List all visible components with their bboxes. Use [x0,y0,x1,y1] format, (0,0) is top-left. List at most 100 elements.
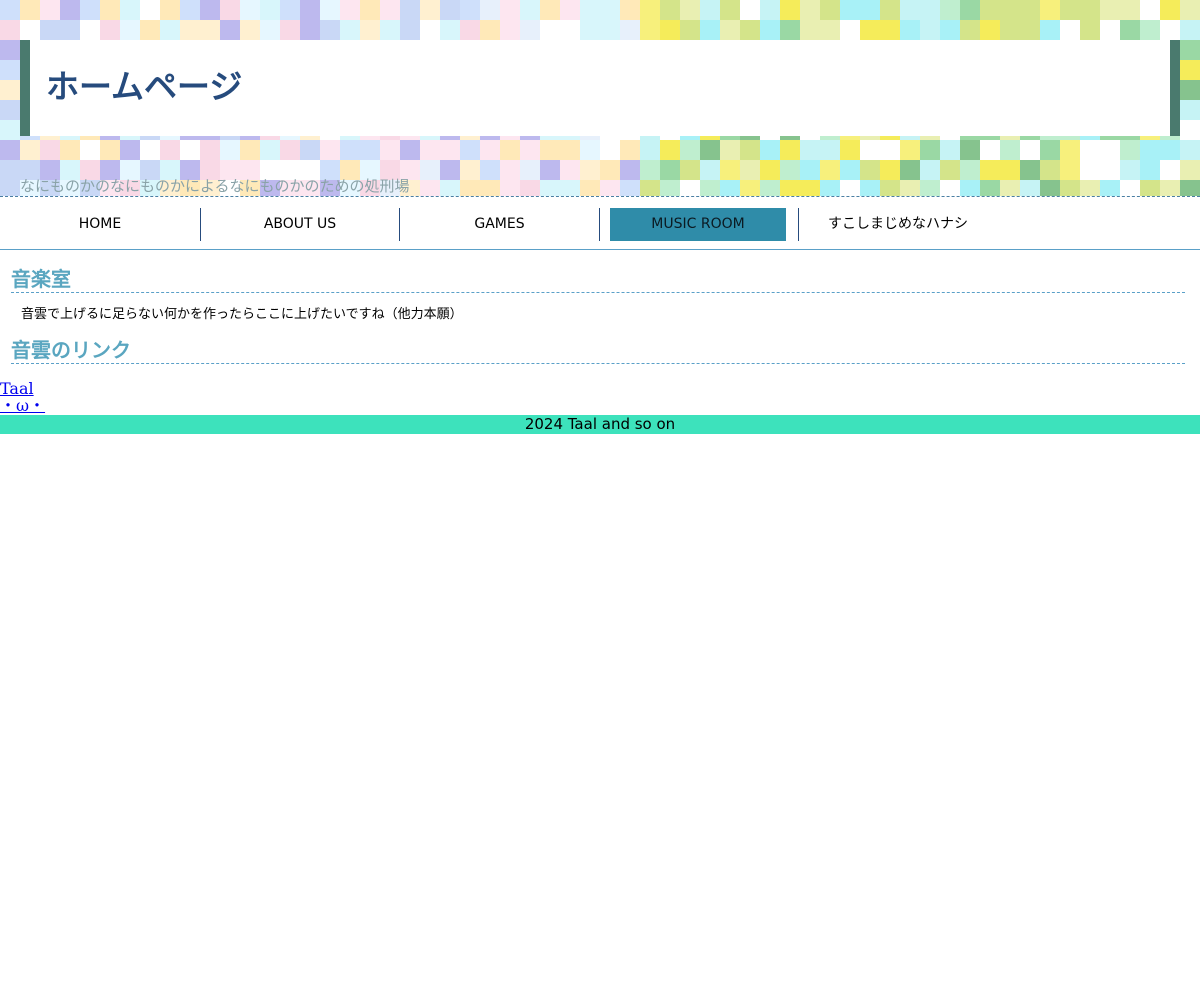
mosaic-tile [780,180,800,196]
nav-item-about-us[interactable]: ABOUT US [201,208,399,241]
title-box: ホームページ [20,40,1180,136]
link-taal[interactable]: Taal [0,380,45,397]
mosaic-tile [300,20,320,40]
mosaic-tile [460,160,480,180]
mosaic-tile [1120,140,1140,160]
mosaic-tile [800,0,820,20]
nav-item-home[interactable]: HOME [0,208,200,241]
mosaic-tile [880,140,900,160]
mosaic-tile [120,140,140,160]
mosaic-tile [920,20,940,40]
mosaic-tile [680,140,700,160]
mosaic-tile [1080,180,1100,196]
mosaic-tile [620,140,640,160]
mosaic-tile [0,20,20,40]
link-omega-face[interactable]: ・ω・ [0,397,45,414]
mosaic-tile [360,20,380,40]
mosaic-tile [1060,20,1080,40]
mosaic-tile [320,0,340,20]
mosaic-tile [40,140,60,160]
mosaic-tile [520,20,540,40]
mosaic-tile [600,180,620,196]
nav-item-games[interactable]: GAMES [400,208,599,241]
mosaic-tile [420,0,440,20]
mosaic-tile [1140,0,1160,20]
mosaic-tile [740,20,760,40]
mosaic-tile [200,140,220,160]
mosaic-tile [800,140,820,160]
mosaic-tile [1080,0,1100,20]
mosaic-tile [1140,180,1160,196]
mosaic-tile [420,180,440,196]
mosaic-tile [340,20,360,40]
mosaic-tile [180,20,200,40]
mosaic-tile [920,160,940,180]
mosaic-tile [200,0,220,20]
mosaic-tile [460,180,480,196]
mosaic-tile [1160,140,1180,160]
mosaic-tile [380,140,400,160]
mosaic-tile [680,160,700,180]
mosaic-tile [1060,0,1080,20]
mosaic-tile [1180,40,1200,60]
mosaic-tile [1120,160,1140,180]
mosaic-tile [0,60,20,80]
mosaic-tile [520,140,540,160]
mosaic-tile [1180,60,1200,80]
mosaic-tile [0,80,20,100]
mosaic-tile [1000,180,1020,196]
mosaic-tile [1000,140,1020,160]
mosaic-tile [820,180,840,196]
mosaic-tile [960,140,980,160]
mosaic-tile [720,160,740,180]
mosaic-tile [1060,180,1080,196]
mosaic-tile [1040,140,1060,160]
mosaic-tile [940,180,960,196]
mosaic-tile [120,20,140,40]
mosaic-tile [560,0,580,20]
mosaic-tile [580,0,600,20]
mosaic-tile [480,160,500,180]
mosaic-tile [900,140,920,160]
mosaic-tile [500,20,520,40]
mosaic-tile [540,140,560,160]
nav-item-music-room[interactable]: MUSIC ROOM [610,208,786,241]
mosaic-tile [1080,20,1100,40]
mosaic-tile [600,160,620,180]
mosaic-tile [280,0,300,20]
mosaic-tile [240,140,260,160]
mosaic-tile [1100,20,1120,40]
mosaic-tile [480,140,500,160]
mosaic-tile [1180,100,1200,120]
mosaic-tile [0,160,20,180]
mosaic-tile [40,0,60,20]
mosaic-tile [520,0,540,20]
mosaic-tile [780,0,800,20]
nav-item-serious-talk[interactable]: すこしまじめなハナシ [799,208,997,241]
mosaic-tile [100,20,120,40]
mosaic-tile [1020,0,1040,20]
mosaic-tile [80,20,100,40]
mosaic-tile [60,20,80,40]
mosaic-tile [700,180,720,196]
mosaic-tile [1120,20,1140,40]
mosaic-tile [660,140,680,160]
mosaic-tile [540,0,560,20]
mosaic-tile [1160,180,1180,196]
mosaic-tile [760,180,780,196]
mosaic-tile [0,180,20,196]
mosaic-tile [980,20,1000,40]
mosaic-tile [620,180,640,196]
mosaic-tile [740,0,760,20]
mosaic-tile [520,160,540,180]
mosaic-tile [80,140,100,160]
mosaic-tile [500,180,520,196]
mosaic-tile [640,180,660,196]
mosaic-tile [540,20,560,40]
mosaic-tile [780,160,800,180]
mosaic-tile [640,20,660,40]
mosaic-tile [440,160,460,180]
mosaic-tile [740,180,760,196]
mosaic-tile [1120,180,1140,196]
mosaic-tile [760,0,780,20]
